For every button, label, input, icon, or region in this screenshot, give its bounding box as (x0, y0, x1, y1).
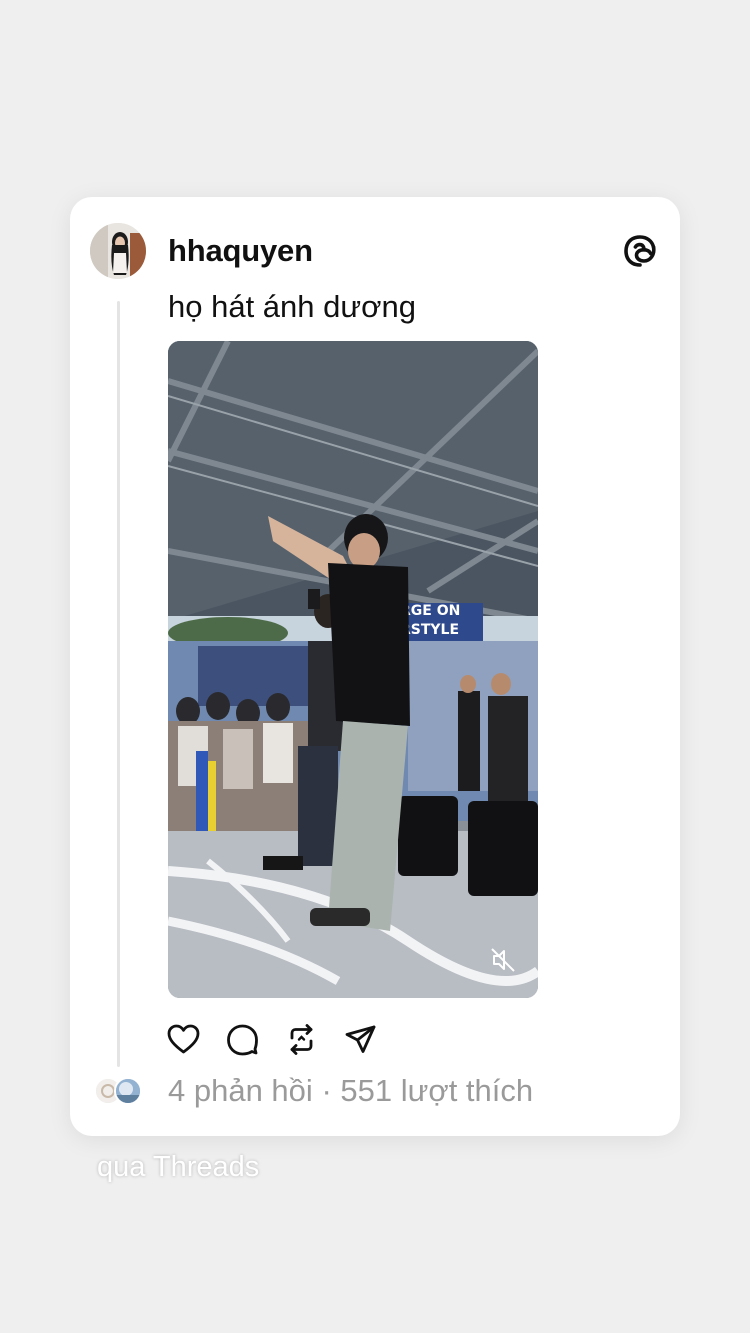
reply-avatars[interactable] (94, 1077, 146, 1105)
reply-avatar (114, 1077, 142, 1105)
threads-post-card[interactable]: hhaquyen họ hát ánh dương RGE ON RSTYLE … (70, 197, 680, 1136)
repost-icon[interactable] (284, 1022, 319, 1057)
replies-count[interactable]: 4 phản hồi (168, 1073, 313, 1108)
likes-count[interactable]: 551 lượt thích (340, 1073, 533, 1108)
avatar[interactable] (90, 223, 146, 279)
post-stats: 4 phản hồi · 551 lượt thích (168, 1073, 533, 1109)
comment-icon[interactable] (225, 1022, 260, 1057)
share-icon[interactable] (343, 1022, 378, 1057)
via-threads-label[interactable]: qua Threads (97, 1151, 259, 1184)
banner-sign-1: RGE ON (400, 603, 460, 619)
post-text: họ hát ánh dương (168, 289, 416, 324)
username[interactable]: hhaquyen (168, 233, 313, 269)
thread-line (117, 301, 120, 1067)
post-video[interactable]: RGE ON RSTYLE (168, 341, 538, 998)
action-bar (166, 1021, 378, 1057)
heart-icon[interactable] (166, 1022, 201, 1057)
stats-separator: · (321, 1073, 332, 1108)
threads-logo-icon[interactable] (622, 233, 658, 269)
